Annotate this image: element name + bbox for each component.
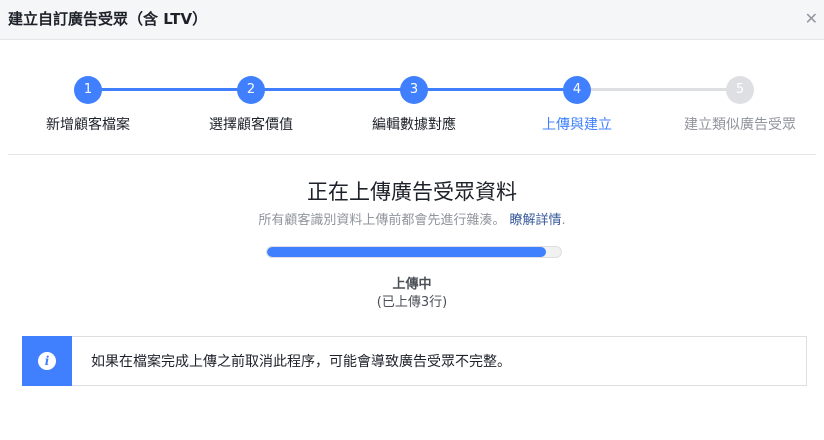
close-icon[interactable]: ✕ [805,9,818,29]
step-4-circle: 4 [563,76,591,104]
subtitle-period: . [561,213,566,228]
upload-progress-fill [267,247,547,257]
step-5-label: 建立類似廣告受眾 [684,117,796,133]
step-3-circle: 3 [400,76,428,104]
step-1-circle: 1 [74,76,102,104]
learn-more-link[interactable]: 瞭解詳情 [510,213,562,228]
hashing-note: 所有顧客識別資料上傳前都會先進行雜湊。 [258,213,506,228]
step-4-label: 上傳與建立 [542,117,612,133]
step-2-label: 選擇顧客價值 [209,117,293,133]
stepper: 1 新增顧客檔案 2 選擇顧客價值 3 編輯數據對應 4 上傳與建立 5 建立類似廣告受眾 [0,70,824,140]
upload-subtitle: 所有顧客識別資料上傳前都會先進行雜湊。 瞭解詳情. [0,209,824,228]
dialog-header: 建立自訂廣告受眾（含 LTV） ✕ [0,0,824,40]
upload-status: 上傳中 [392,277,432,292]
step-2-circle: 2 [237,76,265,104]
divider [8,154,816,155]
step-5-circle: 5 [726,76,754,104]
upload-title: 正在上傳廣告受眾資料 [307,180,517,204]
step-connector [577,88,740,91]
upload-progress-bar [266,246,562,258]
upload-status-detail: (已上傳3行) [376,295,448,310]
info-icon: i [38,352,56,370]
step-connector [88,88,251,91]
notice-icon-box: i [22,336,72,386]
step-connector [414,88,577,91]
notice-text: 如果在檔案完成上傳之前取消此程序，可能會導致廣告受眾不完整。 [91,354,511,370]
step-connector [251,88,414,91]
step-1-label: 新增顧客檔案 [46,117,130,133]
cancel-warning-notice: i 如果在檔案完成上傳之前取消此程序，可能會導致廣告受眾不完整。 [22,336,807,386]
step-3-label: 編輯數據對應 [372,117,456,133]
dialog-title: 建立自訂廣告受眾（含 LTV） [8,10,208,28]
